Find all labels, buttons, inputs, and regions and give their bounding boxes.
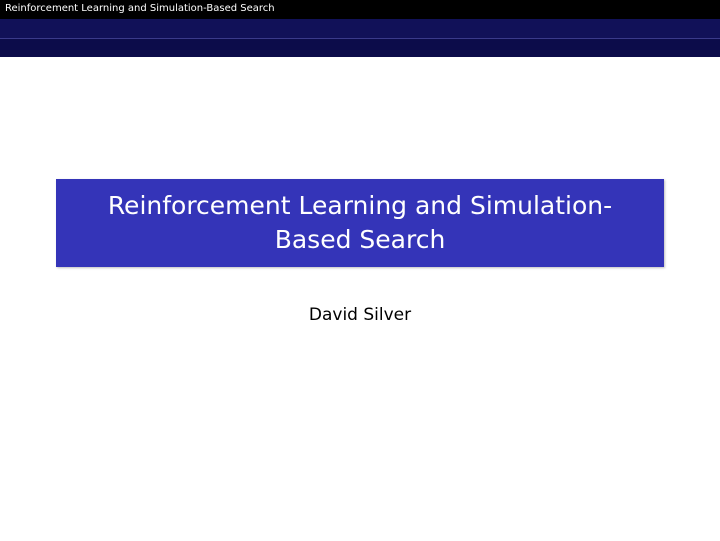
author-name: David Silver bbox=[308, 305, 412, 325]
slide: Reinforcement Learning and Simulation-Ba… bbox=[0, 0, 720, 541]
navigation-band-divider bbox=[0, 38, 720, 39]
navigation-band-upper bbox=[0, 19, 720, 38]
title-box: Reinforcement Learning and Simulation-Ba… bbox=[56, 179, 664, 267]
headline-title: Reinforcement Learning and Simulation-Ba… bbox=[5, 3, 275, 14]
navigation-band bbox=[0, 19, 720, 57]
headline-bar: Reinforcement Learning and Simulation-Ba… bbox=[0, 0, 720, 19]
slide-title: Reinforcement Learning and Simulation-Ba… bbox=[107, 191, 613, 254]
